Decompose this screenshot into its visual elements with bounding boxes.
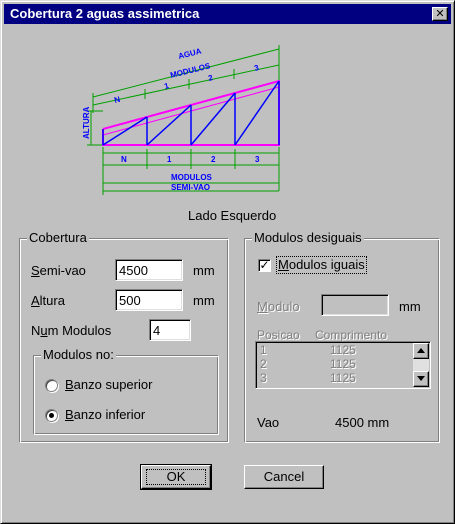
- title-bar: Cobertura 2 aguas assimetrica ✕: [4, 4, 451, 24]
- diagram-top-module-1: 1: [163, 81, 170, 91]
- modulos-iguais-label[interactable]: Modulos iguais: [276, 256, 367, 274]
- semivao-label: Semi-vao: [31, 263, 86, 278]
- radio-selected-dot: [49, 413, 54, 418]
- diagram-top-module-n: N: [113, 95, 121, 105]
- modulo-input[interactable]: [321, 294, 389, 316]
- vao-value: 4500 mm: [335, 415, 390, 430]
- diagram-altura-label: ALTURA: [82, 106, 91, 139]
- diagram-bottom-module-1: 1: [167, 155, 172, 164]
- list-item-comp: 1125: [330, 371, 356, 385]
- side-caption: Lado Esquerdo: [188, 208, 277, 223]
- listbox-scrollbar[interactable]: [413, 343, 429, 387]
- arrow-down-icon: [417, 376, 425, 381]
- diagram-bottom-module-n: N: [121, 155, 127, 164]
- arrow-up-icon: [417, 348, 425, 353]
- semivao-input[interactable]: [115, 259, 183, 281]
- num-modulos-label: Num Modulos: [31, 323, 112, 338]
- banzo-superior-label[interactable]: Banzo superior: [65, 377, 152, 393]
- modulos-no-legend: Modulos no:: [41, 347, 116, 362]
- banzo-inferior-label[interactable]: Banzo inferior: [65, 407, 145, 423]
- scroll-down-button[interactable]: [413, 371, 429, 387]
- diagram-top-module-3: 3: [253, 63, 260, 73]
- list-item-pos: 2: [260, 357, 267, 371]
- diagram-modulos-top-label: MODULOS: [169, 61, 211, 80]
- ok-button[interactable]: OK: [140, 464, 212, 490]
- list-item-pos: 1: [260, 343, 267, 357]
- diagram-semivao-label: SEMI-VAO: [171, 183, 210, 192]
- altura-unit: mm: [193, 293, 215, 308]
- banzo-superior-radio[interactable]: [45, 379, 58, 392]
- scroll-up-button[interactable]: [413, 343, 429, 359]
- banzo-inferior-radio[interactable]: [45, 409, 58, 422]
- close-icon: ✕: [435, 8, 445, 20]
- altura-input[interactable]: [115, 289, 183, 311]
- diagram-bottom-module-3: 3: [255, 155, 260, 164]
- modulo-label: Modulo: [257, 299, 300, 314]
- diagram-agua-label: AGUA: [177, 46, 202, 60]
- semivao-unit: mm: [193, 263, 215, 278]
- diagram-bottom-module-2: 2: [211, 155, 216, 164]
- modulos-listbox[interactable]: 1 1125 2 1125 3 1125: [255, 341, 431, 389]
- cancel-button[interactable]: Cancel: [244, 465, 324, 489]
- diagram-modulos-bottom-label: MODULOS: [171, 173, 213, 182]
- window-title: Cobertura 2 aguas assimetrica: [10, 6, 200, 21]
- list-item-comp: 1125: [330, 357, 356, 371]
- modulos-no-group: [33, 355, 219, 435]
- focus-rect: [146, 469, 206, 485]
- modulos-desiguais-legend: Modulos desiguais: [252, 230, 364, 245]
- cancel-button-label: Cancel: [263, 469, 305, 484]
- diagram-top-module-2: 2: [207, 73, 214, 83]
- truss-diagram: AGUA MODULOS N 1 2 3 ALTURA N 1 2 3 MODU…: [82, 45, 280, 195]
- close-button[interactable]: ✕: [432, 7, 448, 21]
- list-item-comp: 1125: [330, 343, 356, 357]
- dialog-window: Cobertura 2 aguas assimetrica ✕ AGUA MOD…: [0, 0, 455, 524]
- list-item-pos: 3: [260, 371, 267, 385]
- altura-label: Altura: [31, 293, 65, 308]
- modulo-unit: mm: [399, 299, 421, 314]
- num-modulos-input[interactable]: [149, 319, 191, 341]
- modulos-iguais-checkbox[interactable]: ✓: [258, 259, 271, 272]
- cobertura-legend: Cobertura: [27, 230, 89, 245]
- vao-label: Vao: [257, 415, 280, 430]
